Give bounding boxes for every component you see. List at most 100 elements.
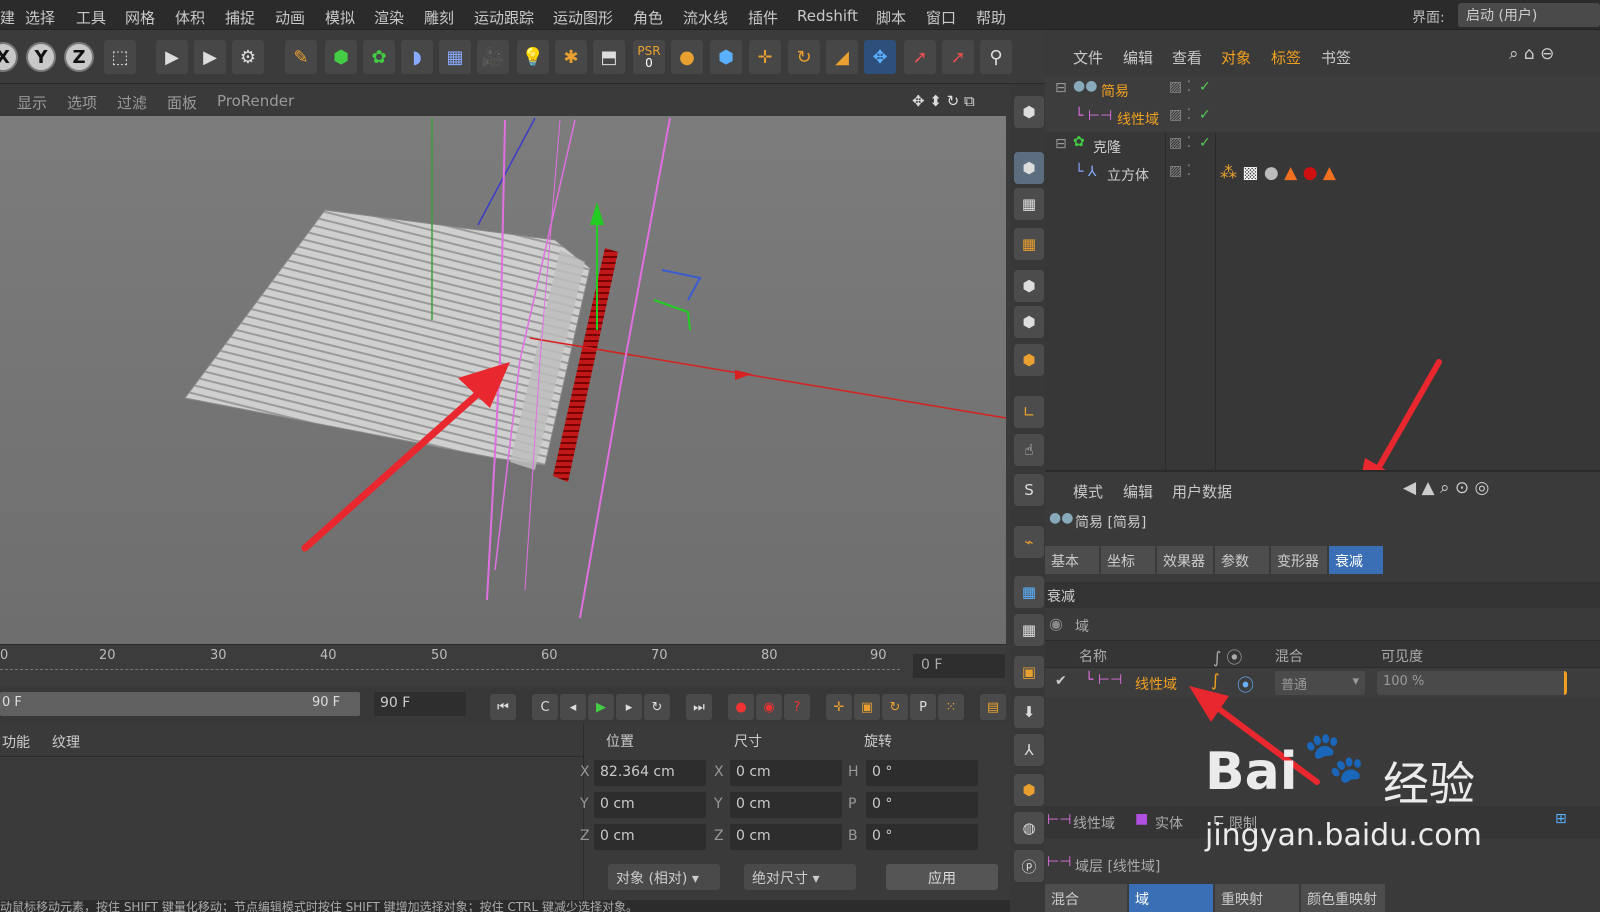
tweak-mode-icon[interactable]: ☝ bbox=[1014, 434, 1044, 466]
z-axis-lock-button[interactable]: Z bbox=[64, 42, 94, 72]
explode-icon[interactable]: ✱ bbox=[555, 40, 587, 74]
coordinate-mode-select[interactable]: 对象 (相对) ▾ bbox=[608, 864, 720, 890]
play-icon[interactable]: ▶ bbox=[588, 694, 614, 720]
size-x-field[interactable]: 0 cm bbox=[730, 760, 842, 786]
go-to-end-icon[interactable]: ⏭ bbox=[686, 694, 712, 720]
red-material-icon[interactable]: ● bbox=[1303, 163, 1318, 183]
live-selection-icon[interactable]: ✥ bbox=[864, 40, 896, 74]
add-linear-field-button[interactable]: 线性域 bbox=[1073, 813, 1115, 833]
key-position-icon[interactable]: ✛ bbox=[826, 694, 852, 720]
coordinate-system-icon[interactable]: ⬚ bbox=[104, 40, 136, 74]
object-name[interactable]: 克隆 bbox=[1093, 137, 1121, 157]
radio-icon[interactable]: ◉ bbox=[1049, 614, 1063, 633]
joint-icon[interactable]: ⅄ bbox=[1014, 734, 1044, 766]
layer-tab-field[interactable]: 域 bbox=[1129, 884, 1213, 912]
object-row-simple[interactable]: ⊟ ●● 简易 ▨ ⁚ ✓ bbox=[1045, 76, 1600, 104]
object-row-cube[interactable]: └ ⅄ 立方体 ▨ ⁚ ⁂ ▩ ● ▲ ● ▲ bbox=[1045, 160, 1600, 188]
material-menu-function[interactable]: 功能 bbox=[2, 732, 30, 752]
previous-frame-icon[interactable]: ◂ bbox=[560, 694, 586, 720]
3d-viewport[interactable] bbox=[0, 116, 1006, 644]
field-row-name[interactable]: 线性域 bbox=[1135, 674, 1177, 694]
timeline-window-icon[interactable]: ▤ bbox=[980, 694, 1006, 720]
planar-workplane-icon[interactable]: ▦ bbox=[1014, 614, 1044, 646]
object-mode-icon[interactable]: ⬢ bbox=[1014, 152, 1044, 184]
workplane-mode-icon[interactable]: ▦ bbox=[1014, 228, 1044, 260]
viewport-nav-icons[interactable]: ✥ ⬍ ↻ ⧉ bbox=[912, 92, 975, 110]
tab-falloff[interactable]: 衰减 bbox=[1329, 546, 1383, 574]
solo-mode-icon[interactable]: S bbox=[1014, 474, 1044, 506]
cube-object-icon[interactable]: ⬢ bbox=[710, 40, 742, 74]
am-menu-user-data[interactable]: 用户数据 bbox=[1172, 481, 1232, 502]
menu-item-plugins[interactable]: 插件 bbox=[748, 7, 778, 28]
sphere-icon[interactable]: ◍ bbox=[1014, 812, 1044, 844]
menu-item-render[interactable]: 渲染 bbox=[374, 7, 404, 28]
object-name[interactable]: 立方体 bbox=[1107, 165, 1149, 185]
layer-tab-blend[interactable]: 混合 bbox=[1045, 884, 1127, 912]
points-mode-icon[interactable]: ⬢ bbox=[1014, 270, 1044, 302]
scale-tool-icon[interactable]: ◢ bbox=[826, 40, 858, 74]
menu-item-animate[interactable]: 动画 bbox=[275, 7, 305, 28]
viewport-menu-display[interactable]: 显示 bbox=[17, 92, 47, 113]
am-menu-mode[interactable]: 模式 bbox=[1073, 481, 1103, 502]
viewport-solo-icon[interactable]: ▣ bbox=[1014, 656, 1044, 688]
phong-tag-icon[interactable]: ⁂ bbox=[1220, 163, 1237, 183]
rig-icon[interactable]: ⚲ bbox=[980, 40, 1012, 74]
visibility-toggle[interactable]: ▨ ⁚ bbox=[1169, 79, 1191, 95]
axis-swap-icon[interactable]: ● bbox=[671, 40, 703, 74]
pos-y-field[interactable]: 0 cm bbox=[594, 792, 706, 818]
rotate-tool-icon[interactable]: ↻ bbox=[788, 40, 820, 74]
axis-mode-icon[interactable]: ∟ bbox=[1014, 396, 1044, 428]
apply-button[interactable]: 应用 bbox=[886, 864, 998, 890]
key-pla-icon[interactable]: ⁙ bbox=[938, 694, 964, 720]
add-solid-layer-button[interactable]: 实体 bbox=[1155, 813, 1183, 833]
object-row-cloner[interactable]: ⊟ ✿ 克隆 ▨ ⁚ ✓ bbox=[1045, 132, 1600, 160]
end-frame-field[interactable]: 90 F bbox=[374, 692, 466, 716]
viewport-menu-options[interactable]: 选项 bbox=[67, 92, 97, 113]
psr-button[interactable]: PSR 0 bbox=[633, 40, 665, 74]
texture-mode-icon[interactable]: ▦ bbox=[1014, 188, 1044, 220]
next-frame-icon[interactable]: ▸ bbox=[616, 694, 642, 720]
om-menu-bookmarks[interactable]: 书签 bbox=[1321, 47, 1351, 68]
move-tool-icon[interactable]: ✛ bbox=[749, 40, 781, 74]
camera-icon[interactable]: 🎥 bbox=[477, 40, 509, 74]
current-frame-field[interactable]: 0 F bbox=[913, 654, 1005, 678]
rot-b-field[interactable]: 0 ° bbox=[866, 824, 978, 850]
lock-workplane-icon[interactable]: ▦ bbox=[1014, 576, 1044, 608]
object-row-linear-field[interactable]: └ ⊢⊣ 线性域 ▨ ⁚ ✓ bbox=[1045, 104, 1600, 132]
record-keys-icon[interactable]: ● bbox=[728, 694, 754, 720]
warning-tag-icon[interactable]: ▲ bbox=[1284, 163, 1297, 183]
object-name[interactable]: 简易 bbox=[1101, 81, 1129, 101]
enabled-check-icon[interactable]: ✓ bbox=[1199, 135, 1211, 151]
rot-h-field[interactable]: 0 ° bbox=[866, 760, 978, 786]
om-tool-icons[interactable]: ⌕ ⌂ ⊖ bbox=[1509, 44, 1554, 64]
collapse-icon[interactable]: ⊟ bbox=[1055, 80, 1067, 96]
viewport-menu-prorender[interactable]: ProRender bbox=[217, 92, 294, 110]
download-icon[interactable]: ⬇ bbox=[1014, 696, 1044, 728]
tab-parameter[interactable]: 参数 bbox=[1215, 546, 1269, 574]
menu-item-volume[interactable]: 体积 bbox=[175, 7, 205, 28]
python-icon[interactable]: ⓟ bbox=[1014, 850, 1044, 882]
viewport-menu-filter[interactable]: 过滤 bbox=[117, 92, 147, 113]
material-tags[interactable]: ⁂ ▩ ● ▲ ● ▲ bbox=[1220, 163, 1336, 183]
x-axis-lock-button[interactable]: X bbox=[0, 42, 18, 72]
model-mode-icon[interactable]: ⬢ bbox=[1014, 96, 1044, 128]
sculpt-icon[interactable]: ⬢ bbox=[1014, 774, 1044, 806]
om-menu-objects[interactable]: 对象 bbox=[1221, 47, 1251, 68]
layer-tab-color-remap[interactable]: 颜色重映射 bbox=[1301, 884, 1385, 912]
next-key-icon[interactable]: ↻ bbox=[644, 694, 670, 720]
checker-tag-icon[interactable]: ▩ bbox=[1242, 163, 1258, 183]
size-mode-select[interactable]: 绝对尺寸 ▾ bbox=[744, 864, 856, 890]
tab-basic[interactable]: 基本 bbox=[1045, 546, 1099, 574]
visibility-toggle[interactable]: ▨ ⁚ bbox=[1169, 135, 1191, 151]
floor-icon[interactable]: ▦ bbox=[439, 40, 471, 74]
menu-item-character[interactable]: 角色 bbox=[633, 7, 663, 28]
python-generator-icon[interactable]: ⬒ bbox=[593, 40, 625, 74]
menu-item-mesh[interactable]: 网格 bbox=[125, 7, 155, 28]
key-rotation-icon[interactable]: ↻ bbox=[882, 694, 908, 720]
go-to-start-icon[interactable]: ⏮ bbox=[490, 694, 516, 720]
menu-item-select[interactable]: 选择 bbox=[25, 7, 55, 28]
material-menu-texture[interactable]: 纹理 bbox=[52, 732, 80, 752]
size-z-field[interactable]: 0 cm bbox=[730, 824, 842, 850]
menu-item-sculpt[interactable]: 雕刻 bbox=[424, 7, 454, 28]
render-to-picture-viewer-icon[interactable]: ▶ bbox=[194, 40, 226, 74]
